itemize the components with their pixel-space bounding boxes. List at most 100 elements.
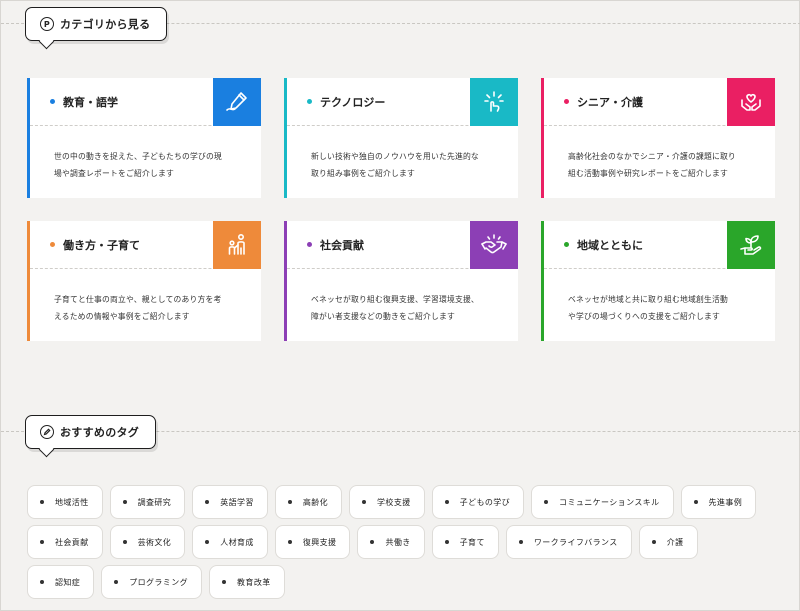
tag-chip[interactable]: 子どもの学び (431, 485, 525, 519)
bullet-dot (205, 540, 210, 544)
tag-chip[interactable]: 介護 (638, 525, 698, 559)
category-card-senior-care[interactable]: シニア・介護 高齢化社会のなかでシニア・介護の課題に取り 組む活動事例や研究レポ… (541, 78, 775, 198)
tag-chip[interactable]: 先進事例 (680, 485, 757, 519)
tag-chip[interactable]: 共働き (357, 525, 425, 559)
tag-label: 英語学習 (220, 497, 254, 507)
card-description: ベネッセが地域と共に取り組む地域創生活動 や学びの場づくりへの支援をご紹介します (544, 269, 775, 325)
tag-label: コミュニケーションスキル (559, 497, 660, 507)
desc-line: えるための情報や事例をご紹介します (54, 312, 190, 321)
tag-label: 子どもの学び (459, 497, 511, 507)
card-header: 教育・語学 (30, 78, 261, 126)
tag-label: 社会貢献 (55, 537, 89, 547)
category-card-social-contribution[interactable]: 社会貢献 ベネッセが取り組む復興支援、学習環境支援、 障がい者支援などの動きをご… (284, 221, 518, 341)
tag-label: 共働き (385, 537, 411, 547)
desc-line: 新しい技術や独自のノウハウを用いた先進的な (311, 152, 479, 161)
category-card-education[interactable]: 教育・語学 世の中の動きを捉えた、子どもたちの学びの現 場や調査レポートをご紹介… (27, 78, 261, 198)
bullet-dot (362, 500, 367, 504)
tag-chip[interactable]: 社会貢献 (27, 525, 103, 559)
desc-line: 障がい者支援などの動きをご紹介します (311, 312, 455, 321)
tag-chip[interactable]: 学校支援 (349, 485, 425, 519)
card-header: 働き方・子育て (30, 221, 261, 269)
tag-chip[interactable]: 復興支援 (274, 525, 351, 559)
bullet-dot (122, 500, 127, 504)
bullet-dot (287, 540, 292, 544)
tag-label: 芸術文化 (137, 537, 172, 547)
bullet-dot (444, 500, 449, 504)
tag-chip[interactable]: プログラミング (101, 565, 203, 599)
card-description: 子育てと仕事の両立や、親としてのあり方を考 えるための情報や事例をご紹介します (30, 269, 261, 325)
bullet-dot (222, 580, 227, 584)
p-circle-icon: P (40, 17, 54, 31)
pen-hand-icon (213, 78, 261, 126)
bullet-dot (693, 500, 698, 504)
bullet-dot (651, 540, 656, 544)
desc-line: ベネッセが地域と共に取り組む地域創生活動 (568, 295, 728, 304)
tag-chip[interactable]: コミュニケーションスキル (531, 485, 674, 519)
category-card-technology[interactable]: テクノロジー 新しい技術や独自のノウハウを用いた先進的な 取り組み事例をご紹介し… (284, 78, 518, 198)
bullet-dot (287, 500, 292, 504)
tag-chip[interactable]: 認知症 (27, 565, 95, 599)
tag-label: プログラミング (129, 577, 189, 587)
sparkle-hand-icon (470, 78, 518, 126)
bullet-dot (544, 500, 549, 504)
tag-label: 学校支援 (377, 497, 411, 507)
card-description: 新しい技術や独自のノウハウを用いた先進的な 取り組み事例をご紹介します (287, 126, 518, 182)
card-header: 社会貢献 (287, 221, 518, 269)
desc-line: 取り組み事例をご紹介します (311, 169, 415, 178)
bullet-dot (122, 540, 127, 544)
category-heading-bubble: P カテゴリから見る (25, 7, 168, 41)
card-title: シニア・介護 (577, 95, 643, 109)
desc-line: 世の中の動きを捉えた、子どもたちの学びの現 (54, 152, 222, 161)
bullet-dot (444, 540, 449, 544)
handshake-icon (470, 221, 518, 269)
category-card-work-parenting[interactable]: 働き方・子育て 子育てと仕事の両立や、親としてのあり方を考 えるための情報や事例… (27, 221, 261, 341)
tag-section-header: おすすめのタグ (1, 409, 800, 457)
desc-line: ベネッセが取り組む復興支援、学習環境支援、 (311, 295, 479, 304)
pencil-circle-icon (40, 425, 54, 439)
card-description: ベネッセが取り組む復興支援、学習環境支援、 障がい者支援などの動きをご紹介します (287, 269, 518, 325)
card-title: テクノロジー (320, 95, 386, 109)
bullet-dot (50, 99, 55, 104)
bullet-dot (114, 580, 119, 584)
tag-chip[interactable]: 人材育成 (192, 525, 268, 559)
parent-child-icon (213, 221, 261, 269)
desc-line: 子育てと仕事の両立や、親としてのあり方を考 (54, 295, 222, 304)
tag-label: ワークライフバランス (533, 537, 618, 547)
tag-chip[interactable]: ワークライフバランス (505, 525, 632, 559)
tag-heading: おすすめのタグ (60, 426, 140, 439)
category-card-community[interactable]: 地域とともに ベネッセが地域と共に取り組む地域創生活動 や学びの場づくりへの支援… (541, 221, 775, 341)
bullet-dot (564, 242, 569, 247)
tag-label: 認知症 (55, 577, 81, 587)
tag-chip[interactable]: 芸術文化 (109, 525, 186, 559)
tag-label: 地域活性 (55, 497, 89, 507)
card-title: 働き方・子育て (63, 238, 140, 252)
tag-label: 先進事例 (708, 497, 743, 507)
card-title: 地域とともに (577, 238, 643, 252)
card-description: 世の中の動きを捉えた、子どもたちの学びの現 場や調査レポートをご紹介します (30, 126, 261, 182)
tag-label: 人材育成 (220, 537, 254, 547)
tag-chip[interactable]: 子育て (431, 525, 499, 559)
desc-line: 高齢化社会のなかでシニア・介護の課題に取り (568, 152, 736, 161)
tag-chip[interactable]: 調査研究 (109, 485, 186, 519)
tag-chip[interactable]: 高齢化 (274, 485, 343, 519)
tag-chip[interactable]: 教育改革 (209, 565, 285, 599)
desc-line: 組む活動事例や研究レポートをご紹介します (568, 169, 728, 178)
tag-heading-bubble: おすすめのタグ (25, 415, 157, 449)
card-title: 教育・語学 (63, 95, 118, 109)
tag-label: 子育て (459, 537, 485, 547)
category-heading: カテゴリから見る (60, 18, 151, 31)
tag-label: 調査研究 (137, 497, 172, 507)
bullet-dot (370, 540, 375, 544)
bullet-dot (564, 99, 569, 104)
bullet-dot (307, 242, 312, 247)
bullet-dot (40, 580, 44, 584)
category-section-header: P カテゴリから見る (1, 1, 800, 49)
card-header: シニア・介護 (544, 78, 775, 126)
plant-hand-icon (727, 221, 775, 269)
bullet-dot (40, 540, 44, 544)
bullet-dot (50, 242, 55, 247)
bullet-dot (307, 99, 312, 104)
heart-hands-icon (727, 78, 775, 126)
tag-chip[interactable]: 英語学習 (192, 485, 268, 519)
tag-chip[interactable]: 地域活性 (27, 485, 103, 519)
